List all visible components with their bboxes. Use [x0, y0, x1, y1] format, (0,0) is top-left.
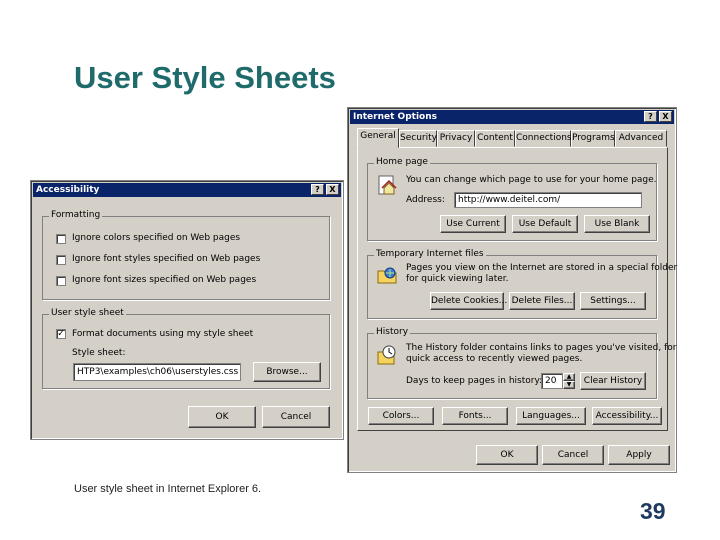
tab-advanced[interactable]: Advanced: [615, 130, 667, 147]
delete-files-button[interactable]: Delete Files...: [509, 292, 575, 310]
history-group: History The History folder contains link…: [367, 327, 676, 399]
history-label: History: [374, 327, 411, 337]
accessibility-cancel-button[interactable]: Cancel: [262, 406, 330, 428]
temp-files-desc-1: Pages you view on the Internet are store…: [406, 263, 678, 273]
close-button[interactable]: X: [326, 184, 339, 195]
temp-files-desc-2: for quick viewing later.: [406, 274, 509, 284]
fonts-button[interactable]: Fonts...: [442, 407, 508, 425]
slide-caption: User style sheet in Internet Explorer 6.: [74, 483, 262, 495]
style-sheet-path-input[interactable]: HTP3\examples\ch06\userstyles.css: [73, 363, 241, 381]
help-button[interactable]: ?: [311, 184, 324, 195]
address-input[interactable]: http://www.deitel.com/: [454, 192, 642, 208]
ignore-font-sizes-checkbox[interactable]: [56, 276, 66, 286]
clear-history-button[interactable]: Clear History: [580, 372, 646, 390]
tab-privacy[interactable]: Privacy: [437, 130, 475, 147]
delete-cookies-button[interactable]: Delete Cookies...: [430, 292, 507, 310]
ignore-font-styles-label: Ignore font styles specified on Web page…: [72, 254, 261, 264]
internet-options-cancel-button[interactable]: Cancel: [542, 445, 604, 465]
address-label: Address:: [406, 195, 445, 205]
internet-options-titlebar[interactable]: Internet Options ? X: [350, 110, 674, 124]
spin-down-button[interactable]: ▼: [563, 381, 575, 389]
home-page-desc: You can change which page to use for you…: [406, 175, 657, 185]
days-spinner[interactable]: ▲ ▼: [563, 373, 575, 389]
accessibility-ok-button[interactable]: OK: [188, 406, 256, 428]
history-desc-2: quick access to recently viewed pages.: [406, 354, 583, 364]
use-current-button[interactable]: Use Current: [440, 215, 506, 233]
apply-button[interactable]: Apply: [608, 445, 670, 465]
colors-button[interactable]: Colors...: [368, 407, 434, 425]
formatting-group: Formatting Ignore colors specified on We…: [42, 210, 330, 300]
format-documents-checkbox[interactable]: ✓: [56, 329, 66, 339]
use-default-button[interactable]: Use Default: [512, 215, 578, 233]
ignore-colors-checkbox[interactable]: [56, 234, 66, 244]
ignore-font-styles-checkbox[interactable]: [56, 255, 66, 265]
tab-programs[interactable]: Programs: [571, 130, 615, 147]
tab-content[interactable]: Content: [475, 130, 515, 147]
history-desc-1: The History folder contains links to pag…: [406, 343, 677, 353]
user-style-sheet-label: User style sheet: [49, 308, 126, 318]
home-page-group: Home page You can change which page to u…: [367, 157, 657, 241]
browse-button[interactable]: Browse...: [253, 362, 321, 382]
internet-options-title: Internet Options: [353, 112, 437, 122]
formatting-label: Formatting: [49, 210, 103, 220]
help-button[interactable]: ?: [644, 111, 657, 122]
format-documents-label: Format documents using my style sheet: [72, 329, 254, 339]
slide-title: User Style Sheets: [74, 60, 336, 95]
temp-files-label: Temporary Internet files: [374, 249, 486, 259]
settings-button[interactable]: Settings...: [580, 292, 646, 310]
temp-files-group: Temporary Internet files Pages you view …: [367, 249, 677, 319]
home-page-label: Home page: [374, 157, 430, 167]
ignore-font-sizes-label: Ignore font sizes specified on Web pages: [72, 275, 257, 285]
days-label: Days to keep pages in history:: [406, 376, 543, 386]
page-number: 39: [640, 498, 666, 524]
folder-icon: [377, 267, 397, 284]
general-tab-panel: Home page You can change which page to u…: [357, 147, 677, 431]
accessibility-titlebar[interactable]: Accessibility ? X: [33, 183, 341, 197]
style-sheet-label: Style sheet:: [72, 348, 126, 358]
tab-general[interactable]: General: [357, 128, 399, 148]
accessibility-dialog: Accessibility ? X Formatting Ignore colo…: [30, 180, 344, 440]
languages-button[interactable]: Languages...: [516, 407, 586, 425]
tab-security[interactable]: Security: [399, 130, 437, 147]
spin-up-button[interactable]: ▲: [563, 373, 575, 381]
ignore-colors-label: Ignore colors specified on Web pages: [72, 233, 241, 243]
user-style-sheet-group: User style sheet ✓ Format documents usin…: [42, 308, 330, 389]
home-page-icon: [378, 175, 397, 195]
close-button[interactable]: X: [659, 111, 672, 122]
tab-connections[interactable]: Connections: [515, 130, 572, 147]
internet-options-dialog: Internet Options ? X General Security Pr…: [347, 107, 677, 473]
internet-options-ok-button[interactable]: OK: [476, 445, 538, 465]
accessibility-title: Accessibility: [36, 185, 100, 195]
history-icon: [377, 345, 396, 365]
days-input[interactable]: 20: [541, 373, 563, 389]
use-blank-button[interactable]: Use Blank: [584, 215, 650, 233]
accessibility-button[interactable]: Accessibility...: [592, 407, 662, 425]
